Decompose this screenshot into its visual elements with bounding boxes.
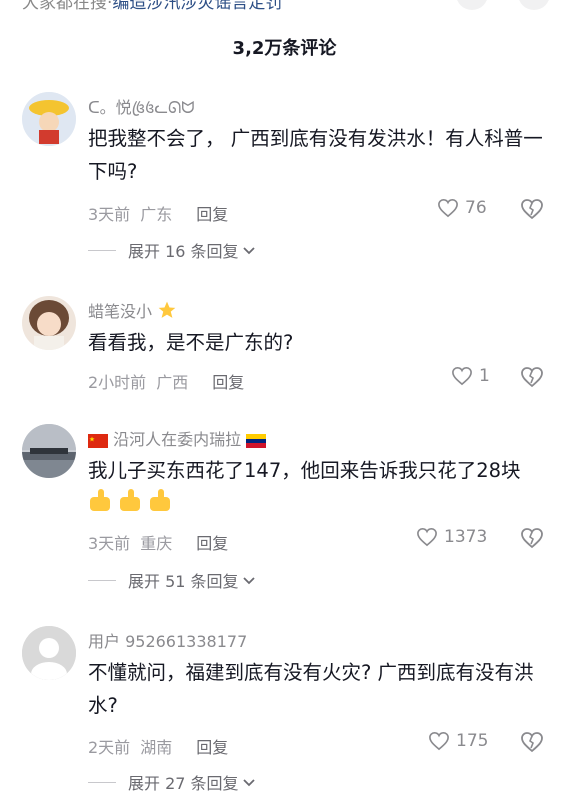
expand-replies[interactable]: 展开 16 条回复 — [88, 238, 255, 262]
avatar[interactable] — [22, 626, 76, 680]
like-count: 76 — [465, 198, 487, 218]
comment-meta: 2小时前 广西 回复 — [88, 369, 244, 393]
reply-button[interactable]: 回复 — [196, 738, 228, 757]
reply-button[interactable]: 回复 — [196, 534, 228, 553]
chevron-down-icon — [242, 571, 255, 590]
like-button[interactable]: 1 — [451, 366, 490, 386]
comment-time: 3天前 — [88, 205, 131, 224]
chevron-down-icon — [242, 773, 255, 792]
venezuela-flag-icon — [246, 433, 267, 452]
like-button[interactable]: 76 — [437, 198, 487, 218]
comment-meta: 2天前 湖南 回复 — [88, 734, 228, 758]
username[interactable]: 用户 952661338177 — [88, 628, 247, 652]
reply-button[interactable]: 回复 — [212, 373, 244, 392]
top-search-bar: 大家都在搜·编造涉汛涉灾谣言定罚 · ✕ — [0, 0, 569, 13]
comment-text: 把我整不会了， 广西到底有没有发洪水！有人科普一下吗? — [88, 127, 543, 183]
comment-time: 3天前 — [88, 534, 131, 553]
like-button[interactable]: 1373 — [416, 527, 487, 547]
reply-button[interactable]: 回复 — [196, 205, 228, 224]
username[interactable]: 蜡笔没小 — [88, 298, 177, 324]
avatar[interactable] — [22, 92, 76, 146]
expand-label: 展开 27 条回复 — [128, 774, 239, 793]
comment-text-body: 我儿子买东西花了147，他回来告诉我只花了28块 — [88, 459, 521, 482]
comment-time: 2天前 — [88, 738, 131, 757]
broken-heart-icon — [521, 528, 543, 549]
like-count: 175 — [456, 731, 489, 751]
dislike-button[interactable] — [520, 527, 544, 553]
comment-location: 广东 — [140, 205, 173, 224]
comment-location: 广西 — [156, 373, 189, 392]
like-count: 1 — [479, 366, 490, 386]
comment-location: 湖南 — [140, 738, 173, 757]
expand-replies[interactable]: 展开 27 条回复 — [88, 770, 255, 794]
comment-text: 不懂就问，福建到底有没有火灾? 广西到底有没有洪水? — [88, 661, 534, 717]
comment-location: 重庆 — [140, 534, 173, 553]
crumb-prefix: 大家都在搜· — [22, 0, 113, 13]
comment-meta: 3天前 广东 回复 — [88, 201, 228, 225]
comment-text: 我儿子买东西花了147，他回来告诉我只花了28块 — [88, 454, 550, 523]
comment-meta: 3天前 重庆 回复 — [88, 530, 228, 554]
close-icon[interactable]: ✕ — [518, 0, 550, 10]
star-icon — [157, 300, 177, 324]
comments-count: 3,2万条评论 — [232, 38, 337, 59]
heart-icon — [452, 366, 472, 386]
thumbs-up-icon — [88, 487, 178, 523]
dislike-button[interactable] — [520, 731, 544, 757]
comment-time: 2小时前 — [88, 373, 147, 392]
broken-heart-icon — [521, 367, 543, 388]
dislike-button[interactable] — [520, 198, 544, 224]
broken-heart-icon — [521, 732, 543, 753]
avatar[interactable] — [22, 296, 76, 350]
more-icon[interactable]: · — [456, 0, 488, 10]
heart-icon — [429, 731, 449, 751]
avatar[interactable] — [22, 424, 76, 478]
crumb-link[interactable]: 编造涉汛涉灾谣言定罚 — [112, 0, 282, 13]
expand-replies[interactable]: 展开 51 条回复 — [88, 568, 255, 592]
username-text: 沿河人在委内瑞拉 — [113, 430, 242, 449]
divider — [88, 249, 116, 251]
like-button[interactable]: 175 — [428, 731, 488, 751]
broken-heart-icon — [521, 199, 543, 220]
divider — [88, 781, 116, 783]
like-count: 1373 — [444, 527, 488, 547]
username[interactable]: 沿河人在委内瑞拉 — [88, 426, 267, 452]
heart-icon — [417, 527, 437, 547]
expand-label: 展开 51 条回复 — [128, 572, 239, 591]
heart-icon — [438, 198, 458, 218]
username-text: 蜡笔没小 — [88, 302, 153, 321]
chevron-down-icon — [242, 241, 255, 260]
comment-text: 看看我，是不是广东的? — [88, 331, 294, 354]
china-flag-icon — [88, 433, 108, 452]
expand-label: 展开 16 条回复 — [128, 242, 239, 261]
divider — [88, 579, 116, 581]
hot-search-crumb[interactable]: 大家都在搜·编造涉汛涉灾谣言定罚 — [22, 0, 282, 13]
dislike-button[interactable] — [520, 366, 544, 392]
